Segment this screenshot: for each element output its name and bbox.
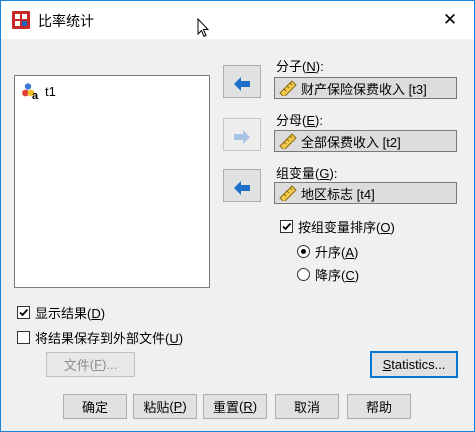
move-group-variable-button[interactable]	[223, 169, 261, 202]
scale-variable-icon	[279, 185, 297, 201]
reset-button[interactable]: 重置(R)	[203, 394, 267, 419]
save-results-checkbox-row[interactable]: 将结果保存到外部文件(U)	[17, 328, 183, 347]
ascending-radio[interactable]	[297, 245, 310, 258]
display-results-checkbox[interactable]	[17, 306, 30, 319]
close-button[interactable]: ✕	[427, 1, 473, 38]
sort-by-group-checkbox-row[interactable]: 按组变量排序(O)	[280, 217, 395, 236]
ratio-statistics-dialog: 比率统计 ✕ a t1 分子(N): 财产保险保费收入 [t3] 分母(E): …	[0, 0, 475, 432]
ascending-label: 升序(A)	[315, 245, 359, 260]
list-item-label: t1	[45, 83, 56, 99]
display-results-label: 显示结果(D)	[35, 306, 106, 321]
numerator-label: 分子(N):	[276, 59, 324, 74]
group-variable-field[interactable]: 地区标志 [t4]	[274, 182, 457, 204]
scale-variable-icon	[279, 133, 297, 149]
mouse-cursor-icon	[197, 18, 209, 38]
sort-by-group-label: 按组变量排序(O)	[298, 220, 395, 235]
ascending-radio-row[interactable]: 升序(A)	[297, 242, 358, 261]
descending-radio-row[interactable]: 降序(C)	[297, 265, 359, 284]
arrow-left-icon	[234, 180, 250, 195]
title-bar: 比率统计 ✕	[1, 1, 474, 39]
source-variable-list[interactable]: a t1	[14, 75, 210, 288]
paste-button[interactable]: 粘贴(P)	[133, 394, 197, 419]
checkmark-icon	[19, 308, 29, 317]
ok-button[interactable]: 确定	[63, 394, 127, 419]
close-icon: ✕	[442, 9, 458, 29]
arrow-right-icon	[234, 129, 250, 144]
svg-text:a: a	[32, 90, 39, 100]
group-variable-label: 组变量(G):	[276, 166, 338, 181]
list-item[interactable]: a t1	[21, 82, 56, 100]
file-button[interactable]: 文件(F)...	[46, 352, 135, 377]
save-results-checkbox[interactable]	[17, 331, 30, 344]
cancel-button[interactable]: 取消	[275, 394, 339, 419]
move-denominator-button[interactable]	[223, 118, 261, 151]
move-numerator-button[interactable]	[223, 65, 261, 98]
nominal-variable-icon: a	[22, 83, 39, 100]
denominator-value: 全部保费收入 [t2]	[301, 134, 401, 150]
descending-label: 降序(C)	[315, 268, 360, 283]
arrow-left-icon	[234, 76, 250, 91]
numerator-field[interactable]: 财产保险保费收入 [t3]	[274, 77, 457, 99]
window-title: 比率统计	[38, 13, 94, 29]
descending-radio[interactable]	[297, 268, 310, 281]
group-variable-value: 地区标志 [t4]	[301, 186, 375, 202]
denominator-label: 分母(E):	[276, 113, 323, 128]
denominator-field[interactable]: 全部保费收入 [t2]	[274, 130, 457, 152]
display-results-checkbox-row[interactable]: 显示结果(D)	[17, 303, 105, 322]
save-results-label: 将结果保存到外部文件(U)	[35, 331, 184, 346]
sort-by-group-checkbox[interactable]	[280, 220, 293, 233]
scale-variable-icon	[279, 80, 297, 96]
numerator-value: 财产保险保费收入 [t3]	[301, 81, 427, 97]
ratio-statistics-icon	[12, 11, 30, 29]
checkmark-icon	[282, 222, 292, 231]
help-button[interactable]: 帮助	[347, 394, 411, 419]
statistics-button[interactable]: Statistics...	[370, 351, 458, 378]
